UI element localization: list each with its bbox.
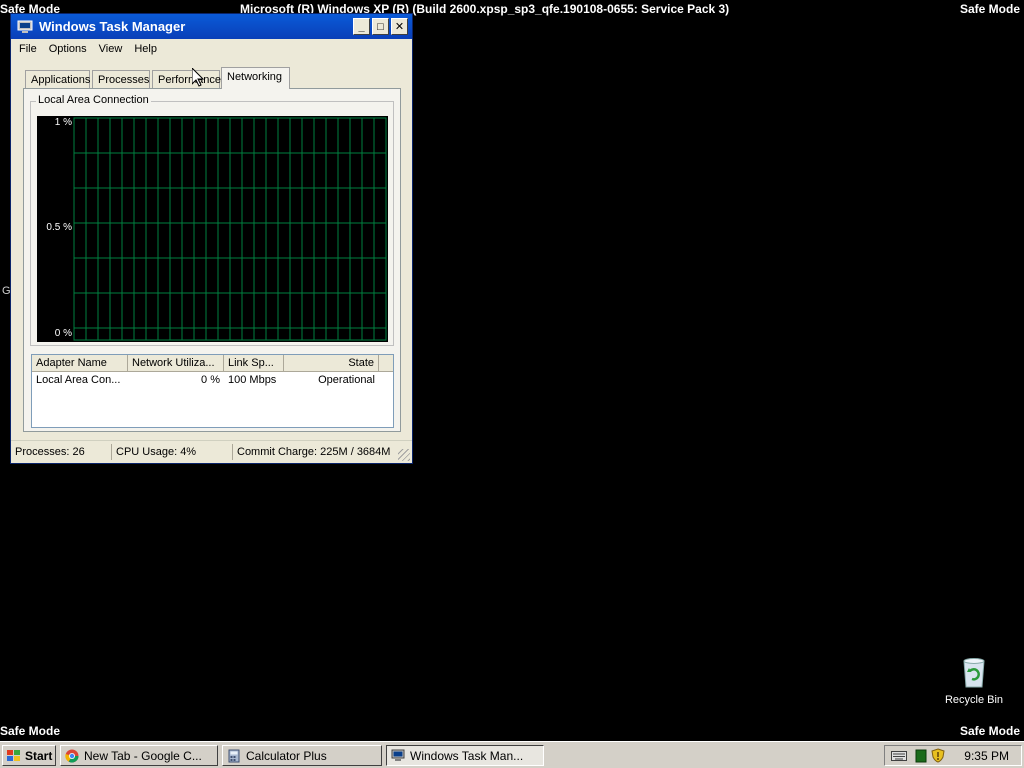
network-status-icon[interactable] (915, 749, 927, 763)
title-bar[interactable]: Windows Task Manager _ □ ✕ (11, 14, 412, 39)
adapter-list-header: Adapter Name Network Utiliza... Link Sp.… (32, 355, 393, 372)
system-tray: 9:35 PM (884, 745, 1022, 766)
taskbar-item-label: Calculator Plus (246, 748, 327, 763)
recycle-bin-icon (963, 658, 985, 688)
menu-help[interactable]: Help (128, 43, 163, 55)
security-shield-icon[interactable] (931, 748, 945, 763)
adapter-name-cell: Local Area Con... (36, 374, 121, 386)
keyboard-icon[interactable] (891, 750, 907, 762)
close-button[interactable]: ✕ (391, 18, 408, 35)
y-label-bottom: 0 % (54, 328, 72, 339)
taskbar-item-calculator[interactable]: Calculator Plus (222, 745, 382, 766)
status-bar: Processes: 26 CPU Usage: 4% Commit Charg… (11, 440, 412, 463)
window-title: Windows Task Manager (39, 19, 186, 34)
recycle-bin-label: Recycle Bin (944, 694, 1004, 706)
y-label-top: 1 % (54, 117, 72, 128)
taskbar: Start New Tab - Google C... Calculator P… (0, 741, 1024, 768)
start-label: Start (25, 748, 53, 763)
recycle-bin[interactable]: Recycle Bin (944, 657, 1004, 706)
column-adapter-name[interactable]: Adapter Name (32, 355, 128, 371)
menu-view[interactable]: View (93, 43, 129, 55)
taskbar-item-label: New Tab - Google C... (84, 748, 202, 763)
network-graph-grid (73, 117, 387, 341)
adapter-list[interactable]: Adapter Name Network Utiliza... Link Sp.… (31, 354, 394, 428)
calculator-icon (228, 749, 240, 762)
start-button[interactable]: Start (2, 745, 56, 766)
maximize-button[interactable]: □ (372, 18, 389, 35)
column-state[interactable]: State (284, 355, 379, 371)
safe-mode-label-bottom-right: Safe Mode (959, 724, 1020, 738)
taskbar-item-label: Windows Task Man... (410, 748, 524, 763)
system-clock[interactable]: 9:35 PM (964, 749, 1009, 763)
y-label-middle: 0.5 % (46, 222, 72, 233)
column-network-utilization[interactable]: Network Utiliza... (128, 355, 224, 371)
connection-group-title: Local Area Connection (36, 94, 151, 106)
status-commit-charge: Commit Charge: 225M / 3684M (237, 446, 391, 458)
status-cpu-usage: CPU Usage: 4% (112, 444, 233, 460)
windows-logo-icon (7, 749, 20, 761)
connection-groupbox: Local Area Connection 1 % 0.5 % 0 % (30, 94, 394, 346)
task-manager-window[interactable]: Windows Task Manager _ □ ✕ File Options … (10, 13, 413, 464)
taskbar-item-chrome[interactable]: New Tab - Google C... (60, 745, 218, 766)
menu-bar: File Options View Help (11, 39, 412, 59)
minimize-icon: _ (358, 20, 365, 33)
menu-file[interactable]: File (13, 43, 43, 55)
chrome-icon (65, 749, 79, 762)
task-manager-icon (391, 749, 405, 761)
network-graph: 1 % 0.5 % 0 % (37, 116, 388, 342)
taskbar-item-task-manager[interactable]: Windows Task Man... (386, 745, 544, 766)
mouse-cursor-icon (192, 68, 204, 87)
resize-grip-icon[interactable] (398, 449, 410, 461)
minimize-button[interactable]: _ (353, 18, 370, 35)
tab-processes[interactable]: Processes (92, 70, 150, 88)
tab-performance[interactable]: Performance (152, 70, 221, 88)
utilization-cell: 0 % (201, 374, 220, 386)
maximize-icon: □ (377, 20, 384, 33)
networking-panel: Local Area Connection 1 % 0.5 % 0 % Adap… (23, 88, 401, 432)
safe-mode-label-top-right: Safe Mode (959, 2, 1020, 16)
task-manager-icon (17, 20, 33, 33)
tab-networking[interactable]: Networking (221, 67, 290, 89)
link-speed-cell: 100 Mbps (228, 374, 277, 386)
column-link-speed[interactable]: Link Sp... (224, 355, 284, 371)
close-icon: ✕ (394, 21, 405, 33)
menu-options[interactable]: Options (43, 43, 93, 55)
status-processes: Processes: 26 (11, 444, 112, 460)
state-cell: Operational (318, 374, 375, 386)
safe-mode-label-bottom-left: Safe Mode (0, 724, 61, 738)
table-row[interactable]: Local Area Con... 0 % 100 Mbps Operation… (32, 372, 393, 388)
tab-applications[interactable]: Applications (25, 70, 90, 88)
